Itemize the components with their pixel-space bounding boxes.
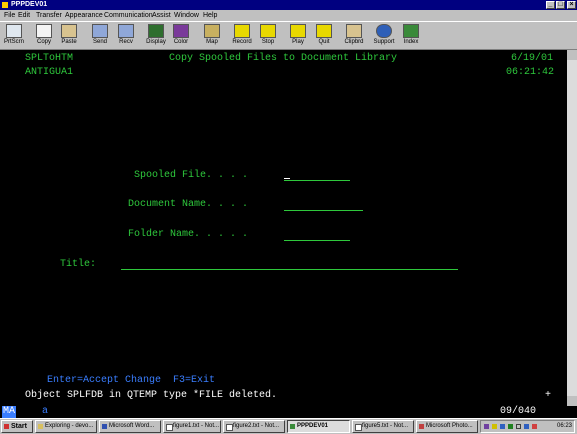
screen-heading: Copy Spooled Files to Document Library — [169, 53, 398, 64]
taskbar-item-word[interactable]: Microsoft Word... — [99, 420, 161, 433]
app-icon — [2, 2, 8, 8]
title-label: Title: — [60, 259, 97, 270]
maximize-button[interactable]: □ — [556, 1, 565, 9]
send-icon — [92, 24, 108, 38]
windows-logo-icon — [4, 424, 9, 429]
clipbrd-button[interactable]: Clipbrd — [342, 24, 366, 49]
send-button[interactable]: Send — [89, 24, 111, 49]
stop-button[interactable]: Stop — [257, 24, 279, 49]
mode-indicator: MA — [2, 406, 17, 418]
folder-name-label: Folder Name. . . . . — [128, 229, 249, 240]
photo-editor-icon — [419, 424, 424, 429]
taskbar-item-photo[interactable]: Microsoft Photo... — [416, 420, 478, 433]
system-tray: 06:23 — [480, 420, 575, 433]
play-button[interactable]: Play — [287, 24, 309, 49]
menu-assist[interactable]: Assist — [152, 10, 171, 21]
window-title: PPPDEV01 — [11, 1, 48, 8]
menu-file[interactable]: File — [4, 10, 15, 21]
menu-appearance[interactable]: Appearance — [65, 10, 103, 21]
menu-window[interactable]: Window — [174, 10, 199, 21]
index-icon — [403, 24, 419, 38]
folder-icon — [38, 424, 43, 429]
cursor-position: 09/040 — [500, 406, 537, 417]
globe-icon — [376, 24, 392, 38]
input-indicator: a — [42, 406, 49, 417]
menu-bar: File Edit Transfer Appearance Communicat… — [0, 10, 577, 21]
terminal-screen[interactable]: SPLToHTM Copy Spooled Files to Document … — [1, 50, 567, 406]
scrollbar-thumb[interactable] — [567, 60, 577, 396]
input-cursor — [284, 178, 290, 179]
toolbar: PrtScrn Copy Paste Send Recv Display Col… — [0, 21, 577, 50]
spooled-file-input[interactable] — [284, 170, 350, 181]
taskbar-clock: 06:23 — [556, 423, 572, 429]
print-screen-icon — [6, 24, 22, 38]
menu-communication[interactable]: Communication — [104, 10, 153, 21]
more-indicator: + — [545, 390, 552, 401]
display-button[interactable]: Display — [144, 24, 168, 49]
start-button[interactable]: Start — [1, 420, 33, 433]
menu-edit[interactable]: Edit — [18, 10, 30, 21]
document-name-label: Document Name. . . . — [128, 199, 249, 210]
minimize-button[interactable]: _ — [546, 1, 555, 9]
tray-app-icon[interactable] — [484, 424, 489, 429]
taskbar: Start Exploring - devo... Microsoft Word… — [0, 418, 577, 434]
status-line: MA a 09/040 — [0, 406, 577, 418]
copy-icon — [36, 24, 52, 38]
recv-button[interactable]: Recv — [115, 24, 137, 49]
notepad-icon — [226, 424, 233, 431]
taskbar-item-exploring[interactable]: Exploring - devo... — [35, 420, 97, 433]
taskbar-item-figure2[interactable]: figure2.txt - Not... — [223, 420, 285, 433]
play-icon — [290, 24, 306, 38]
menu-help[interactable]: Help — [203, 10, 217, 21]
folder-name-input[interactable] — [284, 230, 350, 241]
taskbar-item-figure1[interactable]: figure1.txt - Not... — [163, 420, 221, 433]
spooled-file-label: Spooled File. . . . — [134, 170, 249, 181]
close-button[interactable]: × — [567, 1, 576, 9]
paste-icon — [61, 24, 77, 38]
copy-button[interactable]: Copy — [33, 24, 55, 49]
screen-date: 6/19/01 — [511, 53, 554, 64]
record-icon — [234, 24, 250, 38]
record-button[interactable]: Record — [230, 24, 254, 49]
taskbar-item-figure5[interactable]: figure5.txt - Not... — [352, 420, 414, 433]
system-name: ANTIGUA1 — [25, 67, 74, 78]
map-button[interactable]: Map — [201, 24, 223, 49]
tray-monitor-icon[interactable] — [524, 424, 529, 429]
index-button[interactable]: Index — [400, 24, 422, 49]
clipboard-icon — [346, 24, 362, 38]
document-name-input[interactable] — [284, 200, 363, 211]
terminal-icon — [290, 424, 295, 429]
notepad-icon — [166, 424, 173, 431]
color-button[interactable]: Color — [170, 24, 192, 49]
display-icon — [148, 24, 164, 38]
prtscrn-button[interactable]: PrtScrn — [3, 24, 25, 49]
word-icon — [102, 424, 107, 429]
tray-tool-icon[interactable] — [492, 424, 497, 429]
support-button[interactable]: Support — [372, 24, 396, 49]
screen-time: 06:21:42 — [506, 67, 555, 78]
tray-network-icon[interactable] — [500, 424, 505, 429]
quit-button[interactable]: Quit — [313, 24, 335, 49]
tray-status-icon[interactable] — [508, 424, 513, 429]
stop-icon — [260, 24, 276, 38]
vertical-scrollbar[interactable] — [567, 50, 577, 406]
taskbar-item-pppdev01[interactable]: PPPDEV01 — [287, 420, 350, 433]
menu-transfer[interactable]: Transfer — [36, 10, 62, 21]
status-message: Object SPLFDB in QTEMP type *FILE delete… — [25, 390, 278, 401]
map-icon — [204, 24, 220, 38]
function-keys: Enter=Accept Change F3=Exit — [47, 375, 216, 386]
color-icon — [173, 24, 189, 38]
notepad-icon — [355, 424, 362, 431]
title-input[interactable] — [121, 259, 458, 270]
program-name: SPLToHTM — [25, 53, 74, 64]
paste-button[interactable]: Paste — [58, 24, 80, 49]
speaker-icon[interactable] — [516, 424, 521, 429]
quit-icon — [316, 24, 332, 38]
tray-alert-icon[interactable] — [532, 424, 537, 429]
title-bar: PPPDEV01 _ □ × — [0, 0, 577, 10]
receive-icon — [118, 24, 134, 38]
